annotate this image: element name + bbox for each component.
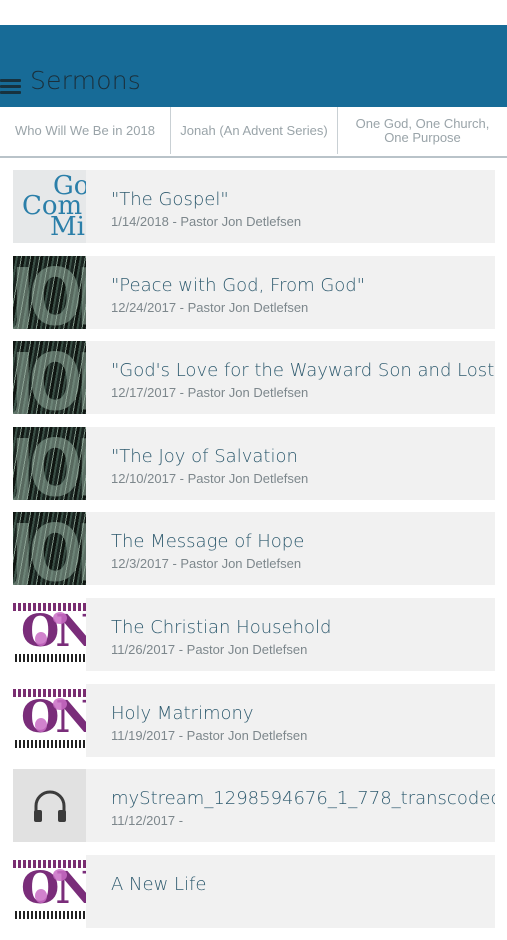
sermon-date-speaker: 11/19/2017 - Pastor Jon Detlefsen	[111, 727, 308, 743]
tab-who-will-we-be[interactable]: Who Will We Be in 2018	[0, 107, 171, 154]
sermon-date-speaker: 12/17/2017 - Pastor Jon Detlefsen	[111, 385, 309, 401]
sermon-title: The Message of Hope	[111, 531, 305, 553]
status-bar	[0, 0, 507, 25]
sermon-title: The Christian Household	[111, 616, 332, 638]
sermon-thumbnail: JONA	[13, 426, 86, 500]
sermon-list: Go Com Mi "The Gospel" 1/14/2018 - Pasto…	[13, 170, 495, 940]
sermon-date-speaker: 12/10/2017 - Pastor Jon Detlefsen	[111, 470, 309, 486]
sermon-thumbnail: ON	[13, 683, 86, 757]
sermon-item[interactable]: JONA "Peace with God, From God" 12/24/20…	[13, 255, 495, 329]
sermon-thumbnail: Go Com Mi	[13, 170, 86, 243]
sermon-title: "The Joy of Salvation	[111, 445, 298, 467]
hamburger-menu-icon[interactable]	[0, 79, 22, 95]
sermon-item[interactable]: ON The Christian Household 11/26/2017 - …	[13, 597, 495, 671]
tab-jonah-advent[interactable]: Jonah (An Advent Series)	[171, 107, 338, 154]
sermon-item[interactable]: ON A New Life	[13, 854, 495, 928]
headphones-icon	[33, 790, 66, 822]
sermon-title: "The Gospel"	[111, 189, 229, 210]
sermon-date-speaker: 1/14/2018 - Pastor Jon Detlefsen	[111, 214, 302, 229]
tab-bar: Who Will We Be in 2018 Jonah (An Advent …	[0, 107, 507, 158]
sermon-item[interactable]: myStream_1298594676_1_778_transcoded.mp …	[13, 769, 495, 843]
sermon-title: A New Life	[111, 873, 207, 895]
sermon-title: myStream_1298594676_1_778_transcoded.mp	[111, 788, 495, 810]
sermon-item[interactable]: Go Com Mi "The Gospel" 1/14/2018 - Pasto…	[13, 170, 495, 243]
sermon-item[interactable]: ON Holy Matrimony 11/19/2017 - Pastor Jo…	[13, 683, 495, 757]
sermon-date-speaker: 11/12/2017 -	[111, 813, 184, 829]
sermon-item[interactable]: JONA "The Joy of Salvation 12/10/2017 - …	[13, 426, 495, 500]
sermon-thumbnail: JONA	[13, 512, 86, 586]
sermon-thumbnail: JONA	[13, 255, 86, 329]
sermon-item[interactable]: JONA "God's Love for the Wayward Son and…	[13, 341, 495, 415]
sermon-thumbnail: ON	[13, 597, 86, 671]
sermon-title: "God's Love for the Wayward Son and Lost…	[111, 360, 495, 382]
sermon-date-speaker: 12/24/2017 - Pastor Jon Detlefsen	[111, 299, 309, 315]
sermon-title: Holy Matrimony	[111, 702, 254, 724]
sermon-title: "Peace with God, From God"	[111, 274, 366, 296]
page-title: Sermons	[30, 66, 142, 95]
sermon-date-speaker: 12/3/2017 - Pastor Jon Detlefsen	[111, 556, 302, 572]
sermon-thumbnail: JONA	[13, 341, 86, 415]
sermon-item[interactable]: JONA The Message of Hope 12/3/2017 - Pas…	[13, 512, 495, 586]
sermon-thumbnail	[13, 769, 86, 843]
sermon-thumbnail: ON	[13, 854, 86, 928]
sermon-date-speaker: 11/26/2017 - Pastor Jon Detlefsen	[111, 641, 308, 657]
tab-one-god-one-church[interactable]: One God, One Church, One Purpose	[338, 107, 507, 154]
